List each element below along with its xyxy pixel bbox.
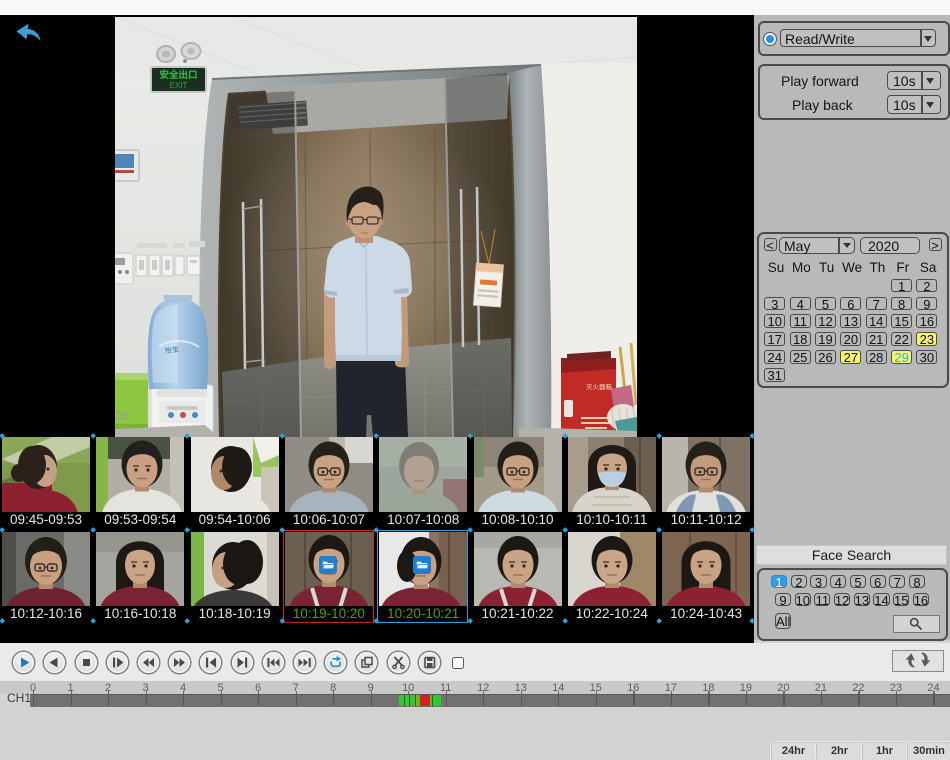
svg-text:安全出口: 安全出口 bbox=[159, 69, 197, 81]
svg-text:ce: ce bbox=[115, 407, 129, 424]
svg-text:EXIT: EXIT bbox=[170, 81, 188, 90]
svg-text:灭火器箱: 灭火器箱 bbox=[586, 382, 613, 391]
